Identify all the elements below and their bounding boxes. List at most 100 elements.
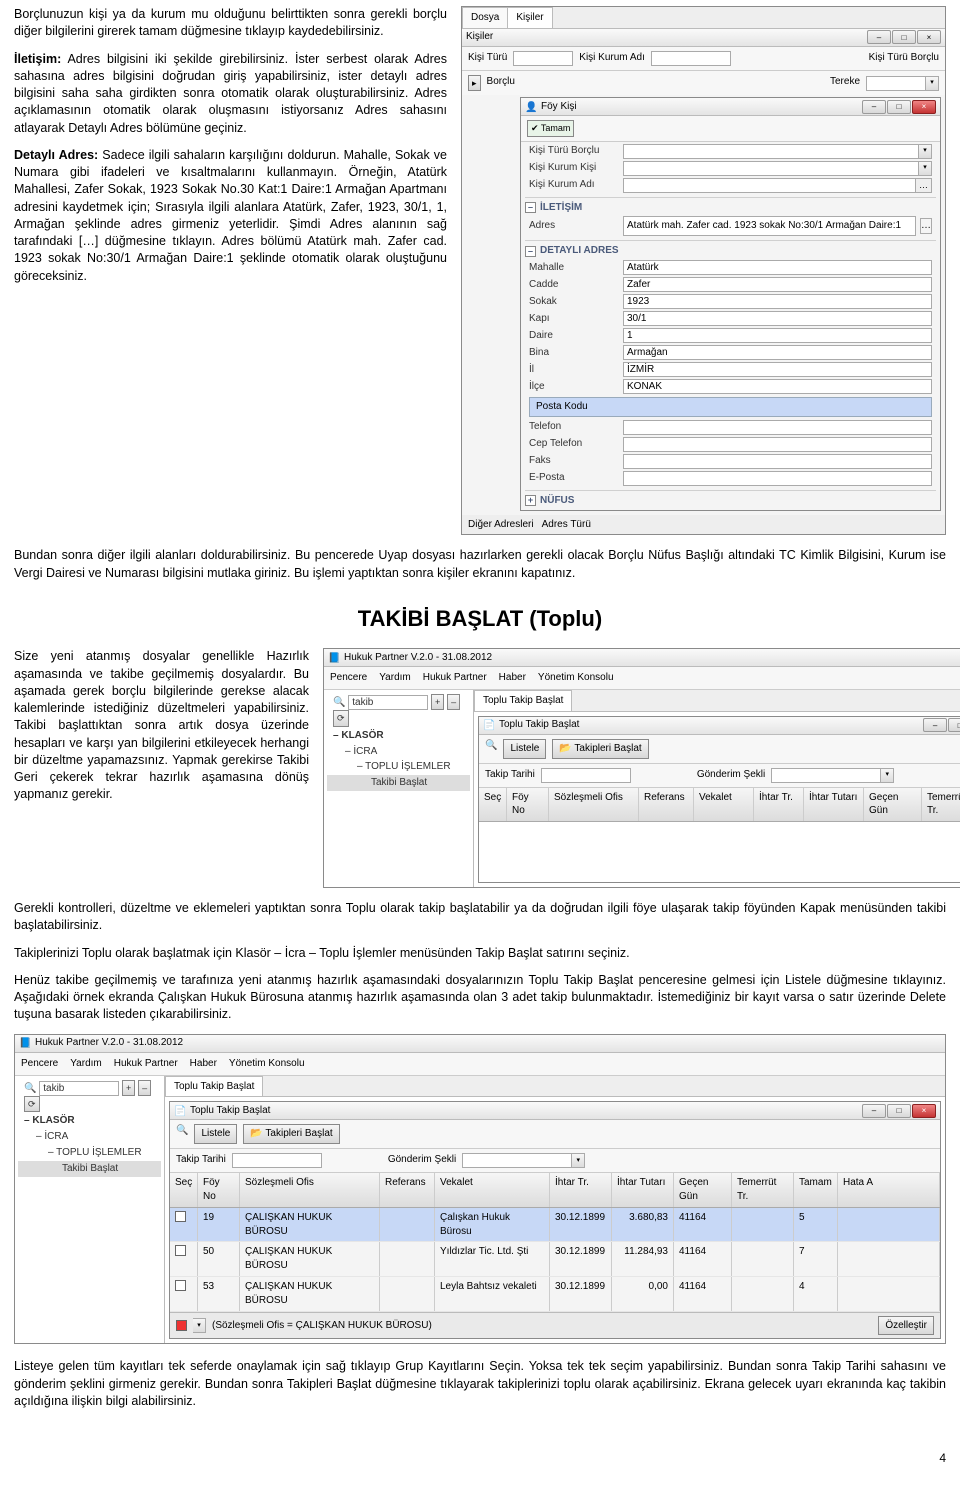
table-row[interactable]: 53 ÇALIŞKAN HUKUK BÜROSU Leyla Bahtsız v…: [170, 1277, 940, 1312]
menu-item[interactable]: Yardım: [379, 671, 411, 685]
label: Kişi Türü Borçlu: [869, 51, 939, 66]
menu-item[interactable]: Hukuk Partner: [423, 671, 487, 685]
checkbox[interactable]: [175, 1280, 186, 1291]
tab-dosya[interactable]: Dosya: [462, 7, 508, 28]
takipleri-baslat-button[interactable]: 📂 Takipleri Başlat: [243, 1124, 339, 1144]
faks-input[interactable]: [623, 454, 932, 469]
detayli-adres-header: DETAYLI ADRES: [540, 244, 619, 258]
telefon-input[interactable]: [623, 420, 932, 435]
sokak-input[interactable]: 1923: [623, 294, 932, 309]
sync-icon[interactable]: ⟳: [333, 710, 349, 726]
kisi-turu-input[interactable]: [513, 51, 573, 66]
maximize-icon[interactable]: □: [948, 718, 960, 732]
expand-icon[interactable]: ▸: [468, 75, 481, 91]
filter-toggle[interactable]: [176, 1320, 187, 1331]
content-tab[interactable]: Toplu Takip Başlat: [165, 1076, 263, 1097]
grid-header: Seç Föy No Sözleşmeli Ofis Referans Veka…: [170, 1173, 940, 1208]
tab-kisiler[interactable]: Kişiler: [507, 7, 552, 28]
lookup-icon[interactable]: …: [916, 178, 932, 193]
content-tab[interactable]: Toplu Takip Başlat: [474, 690, 572, 711]
diger-adresleri-label: Diğer Adresleri: [468, 518, 534, 532]
chevron-down-icon[interactable]: ▾: [919, 161, 932, 176]
close-icon[interactable]: ×: [917, 30, 941, 44]
kisi-kurum-select[interactable]: [623, 161, 919, 176]
posta-kodu-row[interactable]: Posta Kodu: [529, 397, 932, 417]
minimize-icon[interactable]: –: [923, 718, 947, 732]
maximize-icon[interactable]: □: [887, 100, 911, 114]
cadde-input[interactable]: Zafer: [623, 277, 932, 292]
add-icon[interactable]: +: [122, 1080, 135, 1096]
tamam-button[interactable]: ✔ Tamam: [527, 120, 574, 136]
app-icon: 📘: [19, 1037, 31, 1049]
listele-button[interactable]: Listele: [194, 1124, 237, 1144]
close-icon[interactable]: ×: [912, 100, 936, 114]
menu-item[interactable]: Yönetim Konsolu: [538, 671, 614, 685]
tree-toplu[interactable]: TOPLU İŞLEMLER: [365, 761, 450, 772]
menu-item[interactable]: Haber: [190, 1057, 217, 1071]
tree-search-input[interactable]: takib: [348, 695, 428, 710]
tree-takip-baslat[interactable]: Takibi Başlat: [18, 1161, 161, 1177]
chevron-down-icon[interactable]: ▾: [193, 1318, 206, 1333]
tree-toplu[interactable]: TOPLU İŞLEMLER: [56, 1147, 141, 1158]
tree-icra[interactable]: İCRA: [44, 1131, 68, 1142]
kisi-kurum-adi-select[interactable]: [623, 178, 916, 193]
expand-icon[interactable]: +: [525, 495, 536, 506]
table-row[interactable]: 19 ÇALIŞKAN HUKUK BÜROSU Çalışkan Hukuk …: [170, 1208, 940, 1243]
tereke-input[interactable]: [866, 76, 926, 91]
menu-item[interactable]: Haber: [499, 671, 526, 685]
takip-tarihi-input[interactable]: [541, 768, 631, 783]
daire-input[interactable]: 1: [623, 328, 932, 343]
adres-lookup-button[interactable]: …: [920, 218, 932, 234]
tree-search-input[interactable]: takib: [39, 1081, 119, 1096]
label: İlçe: [529, 380, 619, 394]
menu-item[interactable]: Yardım: [70, 1057, 102, 1071]
checkbox[interactable]: [175, 1245, 186, 1256]
menu-item[interactable]: Pencere: [330, 671, 367, 685]
kapi-input[interactable]: 30/1: [623, 311, 932, 326]
chevron-down-icon[interactable]: ▾: [919, 144, 932, 159]
menu-item[interactable]: Hukuk Partner: [114, 1057, 178, 1071]
tree-icra[interactable]: İCRA: [353, 746, 377, 757]
sync-icon[interactable]: ⟳: [24, 1096, 40, 1112]
remove-icon[interactable]: –: [447, 694, 460, 710]
checkbox[interactable]: [175, 1211, 186, 1222]
remove-icon[interactable]: –: [138, 1080, 151, 1096]
chevron-down-icon[interactable]: ▾: [572, 1153, 585, 1168]
cep-input[interactable]: [623, 437, 932, 452]
close-icon[interactable]: ×: [912, 1104, 936, 1118]
minimize-icon[interactable]: –: [862, 1104, 886, 1118]
collapse-icon[interactable]: –: [525, 202, 536, 213]
tree-klasor[interactable]: KLASÖR: [341, 730, 383, 741]
ilce-input[interactable]: KONAK: [623, 379, 932, 394]
gonderim-select[interactable]: [462, 1153, 572, 1168]
minimize-icon[interactable]: –: [862, 100, 886, 114]
ozellestir-button[interactable]: Özelleştir: [878, 1316, 934, 1336]
eposta-input[interactable]: [623, 471, 932, 486]
chevron-down-icon[interactable]: ▾: [926, 76, 939, 91]
paragraph: Henüz takibe geçilmemiş ve tarafınıza ye…: [14, 972, 946, 1024]
kisi-turu-select[interactable]: [623, 144, 919, 159]
table-row[interactable]: 50 ÇALIŞKAN HUKUK BÜROSU Yıldızlar Tic. …: [170, 1242, 940, 1277]
minimize-icon[interactable]: –: [867, 30, 891, 44]
tree-takip-baslat[interactable]: Takibi Başlat: [327, 775, 470, 791]
mahalle-input[interactable]: Atatürk: [623, 260, 932, 275]
kisi-kurum-adi-input[interactable]: [651, 51, 731, 66]
il-input[interactable]: İZMİR: [623, 362, 932, 377]
collapse-icon[interactable]: –: [525, 246, 536, 257]
gonderim-select[interactable]: [771, 768, 881, 783]
tereke-label: Tereke: [830, 75, 860, 91]
adres-field[interactable]: Atatürk mah. Zafer cad. 1923 sokak No:30…: [623, 216, 916, 236]
tree-klasor[interactable]: KLASÖR: [32, 1115, 74, 1126]
takip-tarihi-input[interactable]: [232, 1153, 322, 1168]
maximize-icon[interactable]: □: [892, 30, 916, 44]
label: Kişi Türü: [468, 51, 507, 66]
add-icon[interactable]: +: [431, 694, 444, 710]
doc-icon: 📄: [174, 1105, 186, 1117]
bina-input[interactable]: Armağan: [623, 345, 932, 360]
menu-item[interactable]: Pencere: [21, 1057, 58, 1071]
takipleri-baslat-button[interactable]: 📂 Takipleri Başlat: [552, 739, 648, 759]
chevron-down-icon[interactable]: ▾: [881, 768, 894, 783]
maximize-icon[interactable]: □: [887, 1104, 911, 1118]
menu-item[interactable]: Yönetim Konsolu: [229, 1057, 305, 1071]
listele-button[interactable]: Listele: [503, 739, 546, 759]
